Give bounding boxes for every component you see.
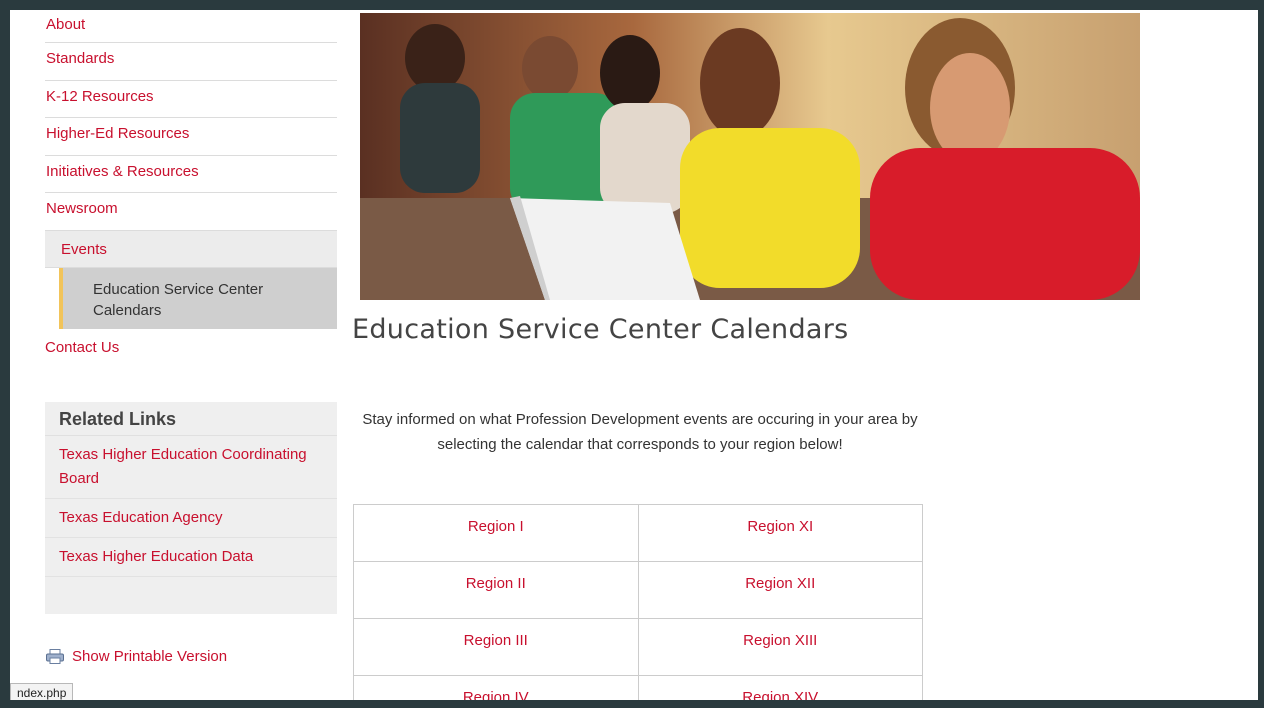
nav-item-standards[interactable]: Standards — [45, 43, 337, 81]
nav-item-events[interactable]: Events — [45, 230, 337, 268]
browser-page: About Standards K-12 Resources Higher-Ed… — [10, 10, 1258, 700]
related-link-higher-ed-data[interactable]: Texas Higher Education Data — [45, 538, 337, 577]
region-link-3[interactable]: Region III — [353, 618, 639, 676]
nav-item-contact-us[interactable]: Contact Us — [45, 329, 337, 367]
nav-item-esc-calendars[interactable]: Education Service Center Calendars — [59, 267, 337, 329]
intro-text: Stay informed on what Profession Develop… — [362, 411, 918, 453]
region-link-14[interactable]: Region XIV — [637, 675, 923, 700]
nav-item-k12-resources[interactable]: K-12 Resources — [45, 81, 337, 118]
regions-table: Region I Region XI Region II Region XII … — [353, 504, 923, 700]
related-link-thecb[interactable]: Texas Higher Education Coordinating Boar… — [45, 436, 337, 499]
page-title: Education Service Center Calendars — [352, 314, 849, 345]
table-row: Region I Region XI — [353, 504, 923, 562]
table-row: Region IV Region XIV — [353, 675, 923, 700]
region-link-12[interactable]: Region XII — [637, 561, 923, 619]
table-row: Region III Region XIII — [353, 618, 923, 676]
show-printable-version-link[interactable]: Show Printable Version — [46, 648, 227, 665]
hero-photo-students — [360, 13, 1140, 300]
table-row: Region II Region XII — [353, 561, 923, 619]
nav-item-about[interactable]: About — [45, 10, 337, 43]
related-links-box: Related Links Texas Higher Education Coo… — [45, 402, 337, 614]
printer-icon — [46, 649, 64, 664]
show-printable-version-label: Show Printable Version — [72, 648, 228, 665]
related-links-title: Related Links — [45, 402, 337, 436]
left-navigation: About Standards K-12 Resources Higher-Ed… — [45, 10, 337, 367]
nav-item-higher-ed-resources[interactable]: Higher-Ed Resources — [45, 118, 337, 156]
region-link-11[interactable]: Region XI — [637, 504, 923, 562]
related-link-tea[interactable]: Texas Education Agency — [45, 499, 337, 538]
nav-item-newsroom[interactable]: Newsroom — [45, 193, 337, 231]
region-link-2[interactable]: Region II — [353, 561, 639, 619]
nav-item-initiatives-resources[interactable]: Initiatives & Resources — [45, 156, 337, 193]
region-link-1[interactable]: Region I — [353, 504, 639, 562]
region-link-4[interactable]: Region IV — [353, 675, 639, 700]
status-bar-url: ndex.php — [10, 683, 74, 700]
region-link-13[interactable]: Region XIII — [637, 618, 923, 676]
